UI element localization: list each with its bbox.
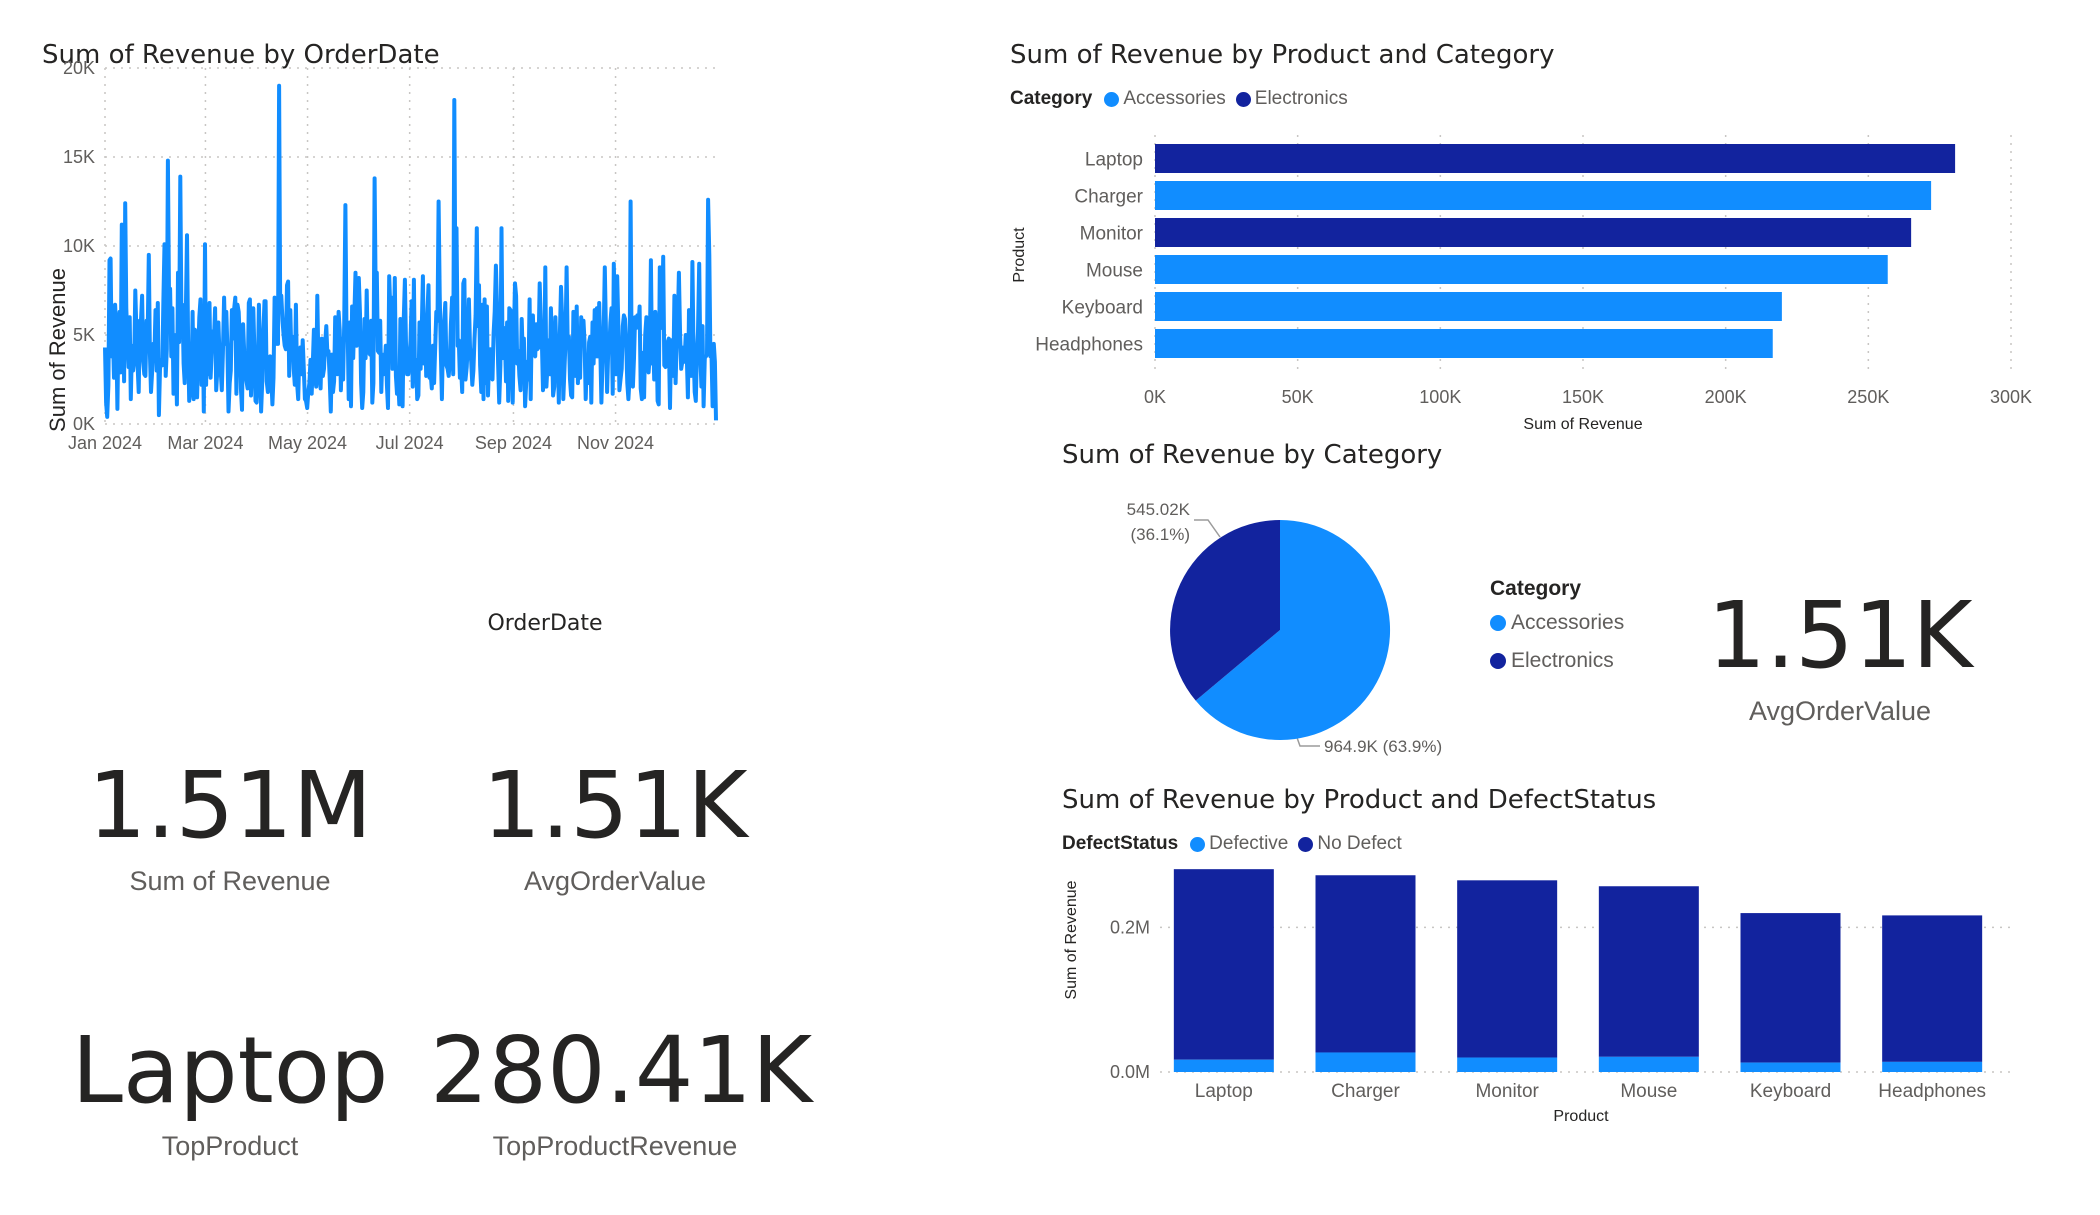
- line-chart-x-ticks: Jan 2024 Mar 2024 May 2024 Jul 2024 Sep 2024…: [68, 433, 654, 453]
- bar-keyboard: [1155, 292, 1782, 321]
- column-chart-x-tick-label: Charger: [1331, 1081, 1400, 1102]
- line-chart-visual[interactable]: Sum of Revenue by OrderDate 0K 5K 10K 15K 20…: [30, 30, 980, 650]
- bar-chart-y-tick-label: Laptop: [1085, 150, 1143, 171]
- kpi-top-product-value: Laptop: [71, 1017, 389, 1124]
- bar-chart-x-tick-label: 200K: [1705, 387, 1747, 407]
- bar-chart-y-tick-label: Monitor: [1080, 224, 1144, 245]
- kpi-top-product: Laptop TopProduct: [60, 1025, 400, 1162]
- kpi-avg-order-value-right-value: 1.51K: [1707, 582, 1973, 689]
- bar-chart-x-tick-label: 100K: [1419, 387, 1461, 407]
- column-chart-x-axis-label: Product: [1553, 1108, 1609, 1125]
- column-chart-x-tick-label: Headphones: [1878, 1081, 1986, 1102]
- bar-chart-x-tick-label: 150K: [1562, 387, 1604, 407]
- bar-headphones: [1155, 329, 1773, 358]
- column-headphones-no-defect: [1882, 915, 1983, 1062]
- line-chart-x-tick-label: Jul 2024: [376, 433, 444, 453]
- pie-label-accessories: 964.9K (63.9%): [1324, 737, 1442, 756]
- bar-chart-y-axis-label: Product: [1011, 227, 1028, 283]
- kpi-sum-revenue-value: 1.51M: [87, 752, 373, 859]
- line-chart-x-axis-label: OrderDate: [487, 611, 602, 636]
- column-headphones-defective: [1882, 1061, 1983, 1072]
- kpi-avg-order-value-right-label: AvgOrderValue: [1748, 696, 1932, 726]
- line-chart-y-tick-label: 20K: [63, 58, 95, 78]
- column-chart-x-tick-label: Keyboard: [1750, 1081, 1831, 1102]
- column-mouse-defective: [1598, 1056, 1699, 1072]
- column-laptop-no-defect: [1173, 869, 1274, 1060]
- line-chart-x-tick-label: Sep 2024: [475, 433, 552, 453]
- line-chart-x-tick-label: Jan 2024: [68, 433, 142, 453]
- column-chart-x-tick-label: Laptop: [1195, 1081, 1253, 1102]
- bar-chart-x-tick-label: 250K: [1847, 387, 1889, 407]
- kpi-top-product-revenue-label: TopProductRevenue: [492, 1131, 738, 1161]
- pie-chart-legend-title: Category: [1490, 577, 1582, 600]
- column-keyboard-defective: [1740, 1062, 1841, 1072]
- pie-legend-item-electronics[interactable]: Electronics: [1490, 649, 1624, 673]
- bar-chart-x-tick-label: 0K: [1144, 387, 1166, 407]
- kpi-top-product-label: TopProduct: [161, 1131, 299, 1161]
- kpi-avg-order-value-left-label: AvgOrderValue: [523, 866, 707, 896]
- bar-mouse: [1155, 255, 1888, 284]
- bar-chart-y-tick-label: Keyboard: [1062, 298, 1143, 319]
- bar-chart-y-tick-label: Headphones: [1035, 335, 1143, 356]
- pie-legend-item-accessories[interactable]: Accessories: [1490, 611, 1624, 635]
- column-keyboard-no-defect: [1740, 913, 1841, 1063]
- line-chart-y-tick-label: 0K: [73, 414, 95, 434]
- bar-chart-visual[interactable]: Sum of Revenue by Product and Category C…: [1000, 30, 2070, 440]
- bar-laptop: [1155, 144, 1956, 173]
- kpi-top-product-revenue-value: 280.41K: [430, 1017, 813, 1124]
- column-chart-x-tick-label: Mouse: [1620, 1081, 1677, 1102]
- bar-chart-y-tick-label: Mouse: [1086, 261, 1143, 282]
- pie-chart-visual[interactable]: Sum of Revenue by Category 545.02K (36.1…: [1050, 430, 1670, 770]
- pie-legend-dot-accessories: [1490, 615, 1506, 631]
- column-charger-defective: [1315, 1052, 1416, 1072]
- column-monitor-defective: [1457, 1057, 1558, 1072]
- kpi-sum-revenue: 1.51M Sum of Revenue: [60, 760, 400, 897]
- line-chart-svg: 0K 5K 10K 15K 20K Jan 2024 Mar 2024 May 2024 Ju…: [45, 58, 718, 636]
- bar-monitor: [1155, 218, 1912, 247]
- bar-chart-y-tick-label: Charger: [1074, 187, 1143, 208]
- pie-label-electronics-percent: (36.1%): [1130, 525, 1190, 544]
- column-laptop-defective: [1173, 1059, 1274, 1072]
- line-chart-x-tick-label: Nov 2024: [577, 433, 654, 453]
- column-charger-no-defect: [1315, 875, 1416, 1053]
- kpi-sum-revenue-label: Sum of Revenue: [129, 866, 331, 896]
- line-chart-y-tick-label: 10K: [63, 236, 95, 256]
- kpi-top-product-revenue: 280.41K TopProductRevenue: [430, 1017, 813, 1162]
- line-chart-x-tick-label: Mar 2024: [167, 433, 243, 453]
- column-mouse-no-defect: [1598, 886, 1699, 1057]
- line-chart-y-tick-label: 15K: [63, 147, 95, 167]
- line-chart-series-line: [103, 83, 718, 421]
- line-chart-x-tick-label: May 2024: [268, 433, 347, 453]
- column-chart-y-tick-label: 0.0M: [1110, 1062, 1150, 1082]
- column-monitor-no-defect: [1457, 880, 1558, 1058]
- pie-legend-dot-electronics: [1490, 653, 1506, 669]
- pie-label-electronics-value: 545.02K: [1127, 500, 1191, 519]
- bar-chart-svg: Product Sum of Revenue 0K 50K 100K 150K 200K…: [1011, 135, 2032, 433]
- column-chart-y-tick-label: 0.2M: [1110, 917, 1150, 937]
- column-chart-visual[interactable]: Sum of Revenue by Product and DefectStat…: [1050, 775, 2050, 1140]
- bar-chart-x-tick-label: 300K: [1990, 387, 2032, 407]
- column-chart-svg: Sum of Revenue Product 0.0M 0.2M Laptop Cha…: [1063, 869, 2010, 1125]
- pie-leader-electronics: [1194, 519, 1221, 538]
- line-chart-y-axis-label: Sum of Revenue: [45, 268, 70, 432]
- column-chart-x-tick-label: Monitor: [1475, 1081, 1539, 1102]
- bar-chart-x-tick-label: 50K: [1282, 387, 1314, 407]
- kpi-avg-order-value-left: 1.51K AvgOrderValue: [440, 760, 790, 897]
- kpi-avg-order-value-left-value: 1.51K: [482, 752, 748, 859]
- bar-charger: [1155, 181, 1932, 210]
- column-chart-y-axis-label: Sum of Revenue: [1063, 880, 1080, 999]
- pie-chart-legend: Category Accessories Electronics: [1490, 577, 1624, 687]
- line-chart-y-tick-label: 5K: [73, 325, 95, 345]
- kpi-avg-order-value-right: 1.51K AvgOrderValue: [1660, 590, 2020, 727]
